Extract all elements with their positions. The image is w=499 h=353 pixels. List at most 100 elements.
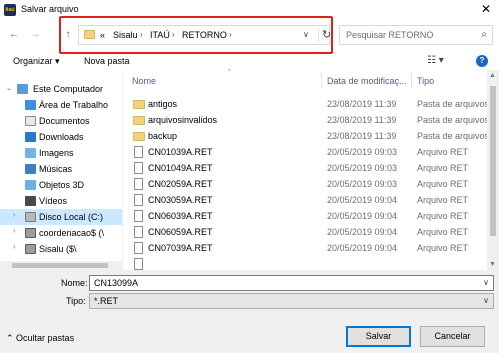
scrollbar-thumb[interactable] xyxy=(490,86,496,236)
drive-icon xyxy=(25,212,36,222)
sidebar-item-local-disk[interactable]: › Disco Local (C:) xyxy=(0,209,122,225)
sidebar-item-this-pc[interactable]: ⌄ Este Computador xyxy=(0,81,122,97)
sort-ascending-icon: ^ xyxy=(228,69,231,75)
file-type: Arquivo RET xyxy=(417,163,469,173)
column-header-type[interactable]: Tipo xyxy=(417,76,434,86)
new-folder-button[interactable]: Nova pasta xyxy=(84,56,130,66)
sidebar-item-desktop[interactable]: Área de Trabalho xyxy=(0,97,122,113)
network-drive-icon xyxy=(25,244,36,254)
column-header-name[interactable]: Nome xyxy=(132,76,156,86)
file-type: Arquivo RET xyxy=(417,227,469,237)
list-item[interactable]: CN01049A.RET 20/05/2019 09:03 Arquivo RE… xyxy=(123,160,487,176)
file-name: CN01049A.RET xyxy=(148,163,213,173)
file-date: 20/05/2019 09:03 xyxy=(327,147,398,157)
sidebar-item-label: Objetos 3D xyxy=(39,180,85,190)
folder-icon xyxy=(133,100,145,109)
file-name: CN02059A.RET xyxy=(148,179,213,189)
file-date: 20/05/2019 09:04 xyxy=(327,227,398,237)
file-type-label: Tipo: xyxy=(66,296,86,306)
file-list-scrollbar[interactable]: ▲ ▼ xyxy=(487,70,499,270)
search-input[interactable]: Pesquisar RETORNO ⌕ xyxy=(339,25,493,45)
file-date: 20/05/2019 09:04 xyxy=(327,243,398,253)
file-date: 20/05/2019 09:03 xyxy=(327,163,398,173)
sidebar-item-3d-objects[interactable]: Objetos 3D xyxy=(0,177,122,193)
sidebar-item-network-sisalu[interactable]: › Sisalu ($\ xyxy=(0,241,122,257)
chevron-right-icon[interactable]: › xyxy=(13,212,15,219)
file-name: CN06039A.RET xyxy=(148,211,213,221)
file-name: backup xyxy=(148,131,178,141)
list-item[interactable]: CN07039A.RET 20/05/2019 09:04 Arquivo RE… xyxy=(123,240,487,256)
sidebar-item-label: coordenacao$ (\ xyxy=(39,228,105,238)
sidebar-item-downloads[interactable]: Downloads xyxy=(0,129,122,145)
scroll-down-icon[interactable]: ▼ xyxy=(489,261,496,268)
sidebar-item-network-coordenacao[interactable]: › coordenacao$ (\ xyxy=(0,225,122,241)
list-item[interactable]: backup 23/08/2019 11:39 Pasta de arquivo… xyxy=(123,128,487,144)
list-item[interactable]: CN06059A.RET 20/05/2019 09:04 Arquivo RE… xyxy=(123,224,487,240)
scrollbar-thumb[interactable] xyxy=(12,263,108,268)
save-button[interactable]: Salvar xyxy=(346,326,411,347)
file-name: CN06059A.RET xyxy=(148,227,213,237)
list-item[interactable]: CN06039A.RET 20/05/2019 09:04 Arquivo RE… xyxy=(123,208,487,224)
sidebar-horizontal-scrollbar[interactable] xyxy=(0,261,122,270)
sidebar-item-label: Este Computador xyxy=(33,84,104,94)
column-divider[interactable] xyxy=(321,72,322,88)
file-type-select[interactable]: *.RET ∨ xyxy=(89,293,494,309)
file-icon xyxy=(134,258,143,270)
list-item[interactable]: arquivosinvalidos 23/08/2019 11:39 Pasta… xyxy=(123,112,487,128)
sidebar-item-videos[interactable]: Vídeos xyxy=(0,193,122,209)
sidebar-item-pictures[interactable]: Imagens xyxy=(0,145,122,161)
network-drive-icon xyxy=(25,228,36,238)
column-divider[interactable] xyxy=(411,72,412,88)
videos-icon xyxy=(25,196,36,206)
file-name-label: Nome: xyxy=(61,278,88,288)
address-highlight-box xyxy=(59,16,333,54)
file-type: Arquivo RET xyxy=(417,179,469,189)
close-icon[interactable]: ✕ xyxy=(479,2,493,16)
list-item[interactable]: antigos 23/08/2019 11:39 Pasta de arquiv… xyxy=(123,96,487,112)
sidebar-item-label: Vídeos xyxy=(39,196,68,206)
list-item[interactable]: CN01039A.RET 20/05/2019 09:03 Arquivo RE… xyxy=(123,144,487,160)
file-date: 20/05/2019 09:04 xyxy=(327,195,398,205)
back-arrow-icon[interactable]: ← xyxy=(7,28,21,42)
file-name: antigos xyxy=(148,99,178,109)
sidebar-item-music[interactable]: Músicas xyxy=(0,161,122,177)
search-placeholder: Pesquisar RETORNO xyxy=(346,30,434,40)
search-icon[interactable]: ⌕ xyxy=(481,29,487,40)
scroll-up-icon[interactable]: ▲ xyxy=(489,72,496,79)
chevron-right-icon[interactable]: › xyxy=(13,244,15,251)
file-name-value: CN13099A xyxy=(94,278,139,288)
sidebar-item-label: Documentos xyxy=(39,116,90,126)
chevron-right-icon[interactable]: › xyxy=(13,228,15,235)
file-icon xyxy=(134,210,143,222)
navigation-pane[interactable]: ⌄ Este Computador Área de Trabalho Docum… xyxy=(0,70,122,270)
folder-icon xyxy=(133,132,145,141)
app-logo-icon: Itaú xyxy=(4,4,16,16)
file-name-input[interactable]: CN13099A ∨ xyxy=(89,275,494,291)
view-options-icon[interactable]: ☷ ▾ xyxy=(427,55,444,66)
file-name: arquivosinvalidos xyxy=(148,115,218,125)
chevron-down-icon[interactable]: ∨ xyxy=(483,278,489,287)
file-type: Arquivo RET xyxy=(417,211,469,221)
organize-button[interactable]: Organizar ▾ xyxy=(13,56,60,67)
sidebar-item-documents[interactable]: Documentos xyxy=(0,113,122,129)
forward-arrow-icon[interactable]: → xyxy=(28,28,42,42)
file-date: 23/08/2019 11:39 xyxy=(327,115,397,125)
help-icon[interactable]: ? xyxy=(476,55,488,67)
objects-3d-icon xyxy=(25,180,36,190)
column-header-date[interactable]: Data de modificaç... xyxy=(327,76,407,86)
sidebar-item-label: Imagens xyxy=(39,148,74,158)
file-date: 23/08/2019 11:39 xyxy=(327,131,397,141)
file-icon xyxy=(134,162,143,174)
hide-folders-toggle[interactable]: ⌃ Ocultar pastas xyxy=(6,333,74,344)
chevron-down-icon[interactable]: ∨ xyxy=(483,296,489,305)
file-name: CN01039A.RET xyxy=(148,147,213,157)
cancel-button[interactable]: Cancelar xyxy=(420,326,485,347)
list-item[interactable]: CN03059A.RET 20/05/2019 09:04 Arquivo RE… xyxy=(123,192,487,208)
chevron-down-icon[interactable]: ⌄ xyxy=(6,84,12,92)
file-name: CN07039A.RET xyxy=(148,243,213,253)
sidebar-item-label: Sisalu ($\ xyxy=(39,244,77,254)
list-item[interactable] xyxy=(123,256,487,270)
file-date: 20/05/2019 09:03 xyxy=(327,179,398,189)
list-item[interactable]: CN02059A.RET 20/05/2019 09:03 Arquivo RE… xyxy=(123,176,487,192)
file-type: Pasta de arquivos xyxy=(417,115,487,125)
